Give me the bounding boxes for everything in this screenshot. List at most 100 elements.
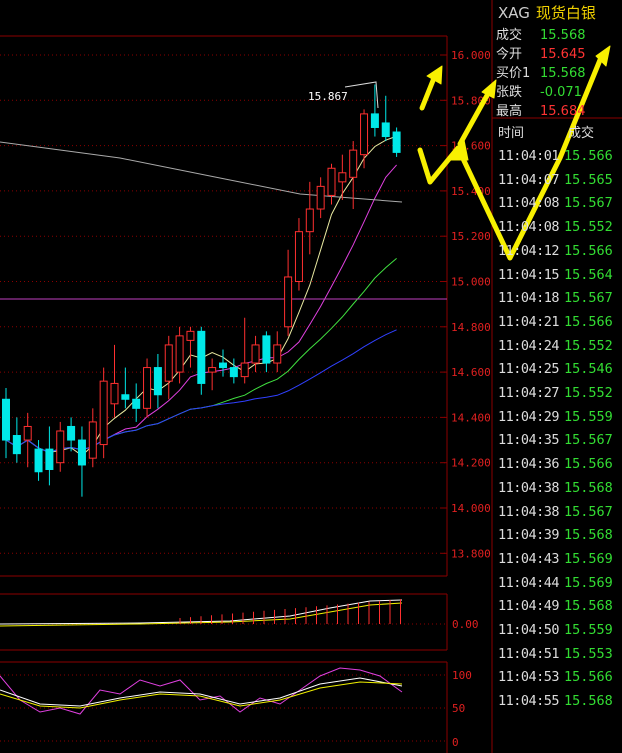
tick-row: 11:04:18 15.567: [498, 290, 613, 313]
quote-value: 15.645: [540, 47, 586, 62]
candle: [229, 358, 238, 384]
tick-time: 11:04:39: [498, 527, 560, 544]
tick-price: 15.553: [564, 645, 613, 662]
tick-row: 11:04:43 15.569: [498, 551, 613, 574]
tick-price: 15.567: [564, 432, 613, 449]
candle: [381, 95, 390, 142]
price-axis: 16.00015.80015.60015.40015.20015.00014.8…: [441, 49, 491, 560]
tick-row: 11:04:35 15.567: [498, 432, 613, 455]
tick-price: 15.564: [564, 266, 613, 283]
tick-time: 11:04:51: [498, 645, 560, 662]
symbol-name: 现货白银: [535, 4, 596, 22]
quote-row: 成交 15.568: [496, 24, 586, 43]
y-tick-label: 14.000: [451, 502, 491, 515]
tick-price: 15.559: [564, 622, 613, 638]
volume-axis-label: 0.00: [452, 618, 479, 631]
tick-row: 11:04:21 15.566: [498, 314, 613, 337]
candle: [251, 335, 260, 373]
tick-time: 11:04:36: [498, 456, 560, 473]
tick-row: 11:04:25 15.546: [498, 361, 613, 384]
price-gridlines: [0, 54, 447, 554]
osc-axis-100: 100: [452, 669, 472, 682]
tick-price: 15.567: [564, 290, 613, 307]
tick-price: 15.567: [564, 195, 613, 212]
tick-price: 15.566: [564, 242, 613, 259]
tick-price: 15.569: [564, 574, 613, 591]
candle: [164, 335, 173, 400]
candle: [110, 344, 119, 418]
tick-price: 15.568: [564, 527, 613, 544]
y-tick-label: 14.200: [451, 457, 491, 470]
tick-row: 11:04:36 15.566: [498, 456, 613, 479]
quote-label: 最高: [496, 104, 523, 119]
tick-row: 11:04:15 15.564: [498, 267, 613, 290]
quote-row: 张跌 -0.071: [496, 81, 582, 100]
tick-price: 15.566: [564, 313, 613, 330]
candle: [262, 331, 271, 373]
tick-row: 11:04:51 15.553: [498, 646, 613, 669]
candle: [99, 367, 108, 459]
y-tick-label: 14.800: [451, 321, 491, 334]
tick-price: 15.568: [564, 598, 613, 615]
tick-header: 时间 成交: [498, 122, 594, 141]
candle: [240, 317, 249, 384]
tick-row: 11:04:49 15.568: [498, 598, 613, 621]
tick-time: 11:04:38: [498, 479, 560, 496]
quote-label: 买价1: [496, 66, 531, 81]
y-tick-label: 16.000: [451, 49, 491, 62]
y-tick-label: 14.400: [451, 411, 491, 424]
osc-axis-50: 50: [452, 702, 465, 715]
tick-row: 11:04:38 15.568: [498, 480, 613, 503]
tick-row: 11:04:38 15.567: [498, 504, 613, 527]
candle: [45, 426, 54, 486]
tick-row: 11:04:29 15.559: [498, 409, 613, 432]
tick-time: 11:04:55: [498, 693, 560, 710]
candle: [175, 326, 184, 384]
tick-time: 11:04:08: [498, 195, 560, 212]
tick-row: 11:04:07 15.565: [498, 172, 613, 195]
osc-line-d: [0, 677, 403, 707]
osc-axis-0: 0: [452, 736, 459, 749]
y-tick-label: 15.400: [451, 185, 491, 198]
tick-row: 11:04:39 15.568: [498, 527, 613, 550]
symbol-header: XAG 现货白银: [498, 2, 596, 23]
candle: [121, 367, 130, 409]
tick-time: 11:04:07: [498, 171, 560, 188]
moving-average-lines: [0, 135, 447, 457]
tick-row: 11:04:01 15.566: [498, 148, 613, 171]
candle: [327, 163, 336, 205]
tick-row: 11:04:27 15.552: [498, 385, 613, 408]
candle: [143, 358, 152, 418]
candle: [88, 408, 97, 468]
tick-price: 15.546: [564, 361, 613, 378]
ma-line: [5, 164, 397, 453]
tick-price: 15.552: [564, 385, 613, 401]
tick-row: 11:04:12 15.566: [498, 243, 613, 266]
quote-value: 15.568: [540, 66, 586, 81]
annotation-label: 15.867: [308, 90, 348, 103]
tick-price: 15.568: [564, 693, 613, 710]
tick-time: 11:04:15: [498, 266, 560, 283]
candle: [284, 249, 293, 336]
y-tick-label: 15.200: [451, 230, 491, 243]
quote-row: 今开 15.645: [496, 43, 586, 62]
osc-line-j: [0, 681, 403, 709]
price-annotation: 15.867: [308, 81, 379, 109]
tick-row: 11:04:53 15.566: [498, 669, 613, 692]
tick-time: 11:04:29: [498, 408, 560, 425]
quote-label: 张跌: [496, 85, 523, 100]
y-tick-label: 15.000: [451, 276, 491, 289]
tick-time: 11:04:18: [498, 290, 560, 307]
tick-header-time: 时间: [498, 126, 525, 141]
quote-row: 买价1 15.568: [496, 62, 586, 81]
tick-price: 15.566: [564, 148, 613, 164]
tick-row: 11:04:08 15.552: [498, 219, 613, 242]
candle: [392, 127, 401, 157]
candle: [186, 326, 195, 368]
candle: [23, 412, 32, 468]
candle: [316, 177, 325, 219]
candle: [153, 353, 162, 409]
quote-value: -0.071: [540, 85, 582, 100]
long-ma-line: [0, 141, 403, 203]
quote-label: 成交: [496, 28, 523, 43]
